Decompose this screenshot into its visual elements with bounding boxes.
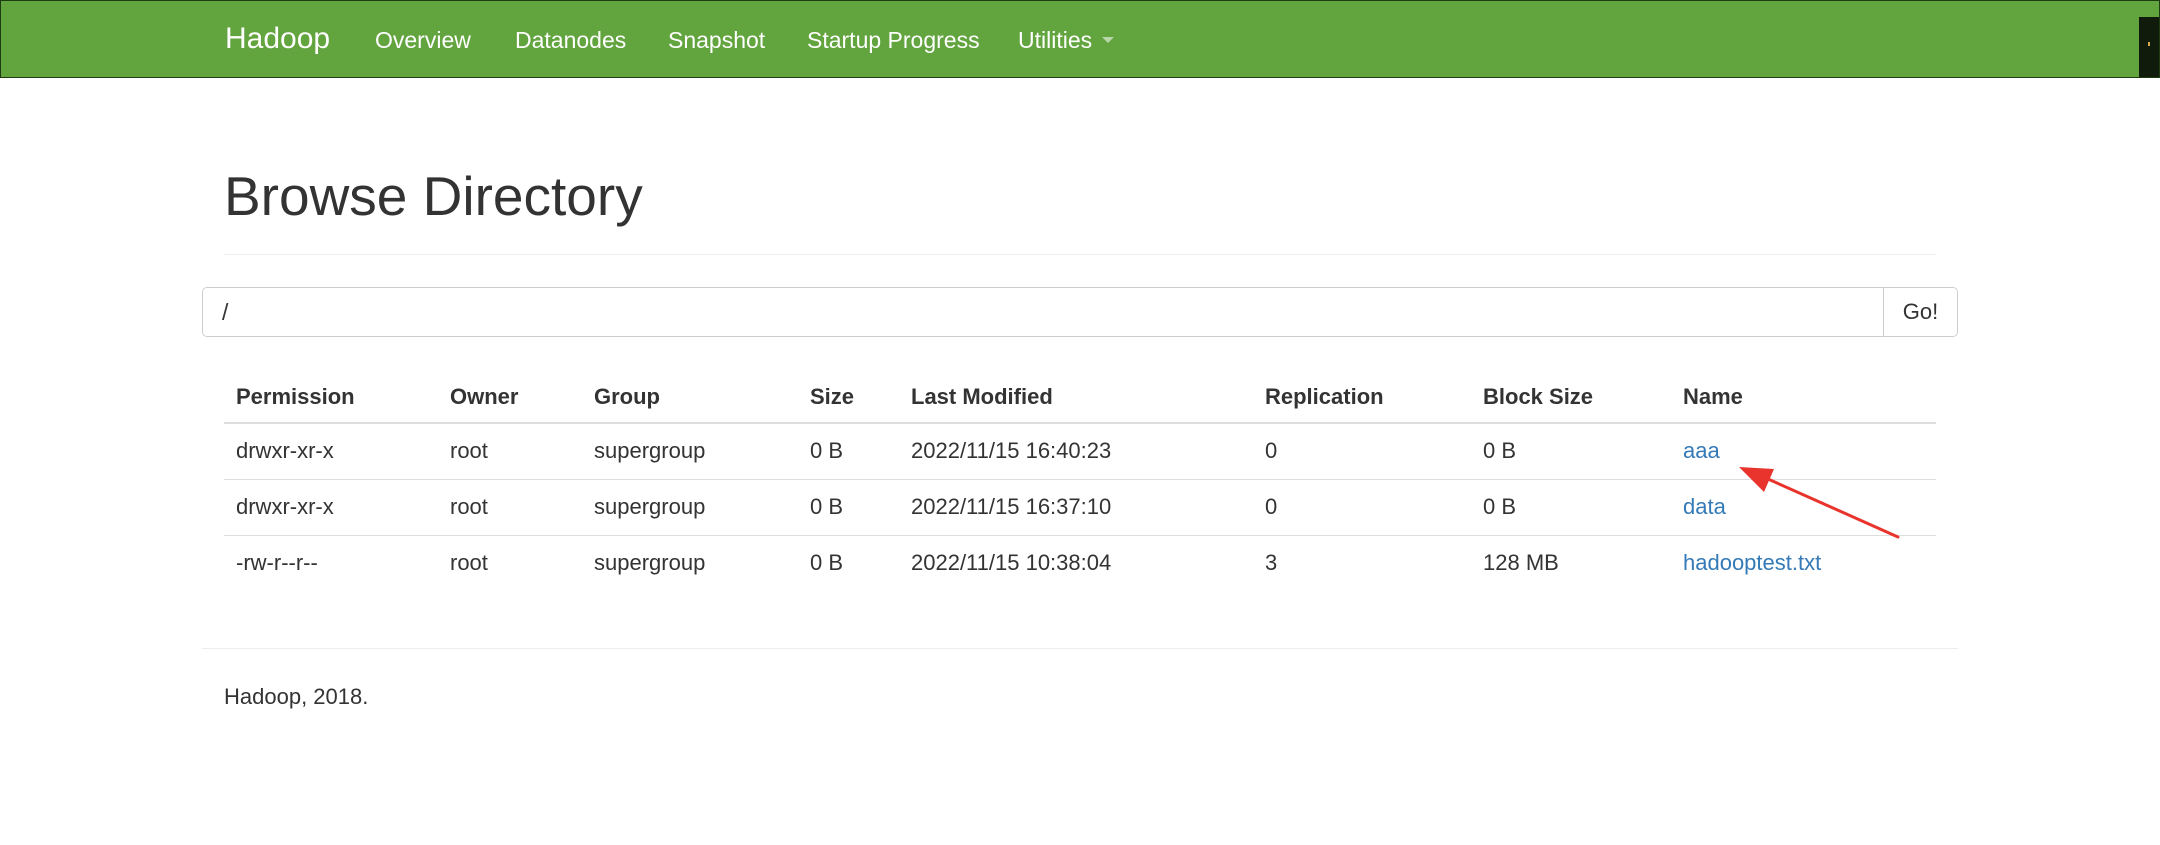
cell-permission: -rw-r--r-- xyxy=(224,534,438,591)
cell-replication: 3 xyxy=(1253,534,1471,591)
page-title: Browse Directory xyxy=(224,165,643,227)
column-header-replication[interactable]: Replication xyxy=(1253,372,1471,424)
cell-replication: 0 xyxy=(1253,478,1471,535)
column-header-size[interactable]: Size xyxy=(798,372,899,424)
cell-block-size: 0 B xyxy=(1483,438,1517,464)
cell-size: 0 B xyxy=(798,478,899,535)
nav-item-datanodes[interactable]: Datanodes xyxy=(515,27,626,54)
cell-owner: root xyxy=(450,438,488,464)
nav-item-utilities[interactable]: Utilities xyxy=(1018,27,1115,54)
annotation-arrow-shaft xyxy=(1766,477,1900,539)
cell-group: supergroup xyxy=(594,438,706,464)
nav-item-overview[interactable]: Overview xyxy=(375,27,471,54)
cell-size: 0 B xyxy=(810,438,844,464)
cell-replication: 0 xyxy=(1265,438,1278,464)
nav-item-startup-progress[interactable]: Startup Progress xyxy=(807,27,980,54)
go-button[interactable]: Go! xyxy=(1883,288,1957,336)
cell-last-modified: 2022/11/15 10:38:04 xyxy=(899,534,1253,591)
cell-last-modified: 2022/11/15 16:40:23 xyxy=(911,438,1112,464)
column-header-name[interactable]: Name xyxy=(1671,372,1936,424)
table-header-row: Permission Owner Group Size Last Modifie… xyxy=(224,372,1936,424)
column-header-block-size[interactable]: Block Size xyxy=(1471,372,1671,424)
annotation-arrow-icon xyxy=(1739,467,1900,539)
column-header-owner[interactable]: Owner xyxy=(438,372,582,424)
cell-size: 0 B xyxy=(798,534,899,591)
table-row: -rw-r--r-- root supergroup 0 B 2022/11/1… xyxy=(224,534,1936,591)
cell-last-modified: 2022/11/15 16:37:10 xyxy=(899,478,1253,535)
file-listing-table: Permission Owner Group Size Last Modifie… xyxy=(224,372,1936,591)
top-navbar: Hadoop Overview Datanodes Snapshot Start… xyxy=(0,0,2160,78)
brand-link[interactable]: Hadoop xyxy=(225,22,330,56)
cell-permission: drwxr-xr-x xyxy=(236,438,334,464)
title-divider xyxy=(224,254,1936,255)
table-row: drwxr-xr-x root supergroup 0 B 2022/11/1… xyxy=(224,478,1936,535)
file-link-hadooptest-txt[interactable]: hadooptest.txt xyxy=(1683,550,1821,575)
nav-item-utilities-label: Utilities xyxy=(1018,27,1093,53)
cell-owner: root xyxy=(438,478,582,535)
file-link-aaa[interactable]: aaa xyxy=(1683,438,1720,463)
column-header-permission[interactable]: Permission xyxy=(224,372,438,424)
cell-permission: drwxr-xr-x xyxy=(224,478,438,535)
caret-down-icon xyxy=(1102,36,1115,43)
cell-block-size: 0 B xyxy=(1471,478,1671,535)
directory-path-input[interactable] xyxy=(203,288,1883,336)
file-link-data[interactable]: data xyxy=(1683,494,1726,519)
annotation-arrow-head xyxy=(1739,467,1774,492)
cell-owner: root xyxy=(438,534,582,591)
path-search-group: Go! xyxy=(202,287,1958,337)
cell-group: supergroup xyxy=(582,478,798,535)
footer-divider xyxy=(202,648,1958,649)
cell-block-size: 128 MB xyxy=(1471,534,1671,591)
column-header-group[interactable]: Group xyxy=(582,372,798,424)
table-row: drwxr-xr-x root supergroup 0 B 2022/11/1… xyxy=(224,423,1936,479)
cell-group: supergroup xyxy=(582,534,798,591)
column-header-last-modified[interactable]: Last Modified xyxy=(899,372,1253,424)
nav-item-snapshot[interactable]: Snapshot xyxy=(668,27,765,54)
window-edge-widget xyxy=(2139,17,2159,77)
footer-copyright: Hadoop, 2018. xyxy=(224,684,369,709)
